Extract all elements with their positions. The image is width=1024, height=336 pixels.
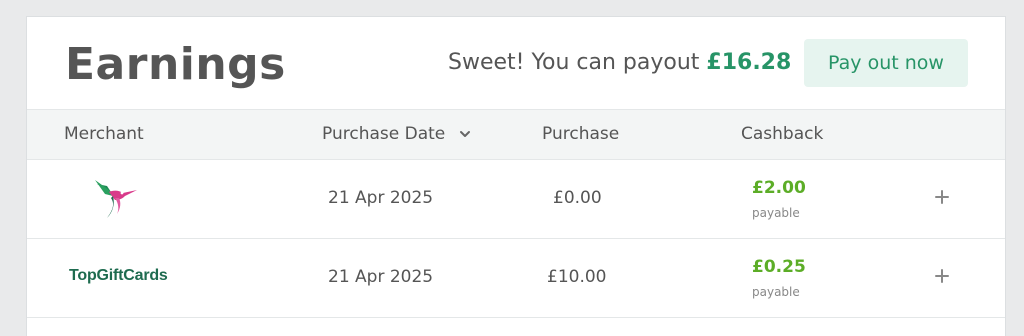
payout-message-text: Sweet! You can payout: [448, 50, 707, 75]
column-header-purchase-date[interactable]: Purchase Date: [322, 124, 445, 144]
cashback-status: payable: [752, 285, 800, 299]
payout-amount: £16.28: [706, 50, 792, 75]
column-header-merchant[interactable]: Merchant: [64, 124, 144, 144]
purchase-amount: £0.00: [553, 188, 602, 208]
payout-message: Sweet! You can payout £16.28: [448, 50, 791, 75]
chevron-down-icon[interactable]: [457, 126, 473, 142]
plus-icon[interactable]: [931, 186, 953, 208]
cashback-status: payable: [752, 206, 800, 220]
cashback-amount: £2.00: [752, 178, 806, 198]
table-header: Merchant Purchase Date Purchase Cashback: [27, 109, 1005, 160]
page-title: Earnings: [65, 39, 286, 90]
table-row[interactable]: TopGiftCards 21 Apr 2025 £10.00 £0.25 pa…: [27, 239, 1005, 318]
purchase-amount: £10.00: [547, 267, 607, 287]
earnings-header: Earnings Sweet! You can payout £16.28 Pa…: [27, 17, 1005, 109]
purchase-date: 21 Apr 2025: [328, 188, 434, 208]
purchase-date: 21 Apr 2025: [328, 267, 434, 287]
cashback-amount: £0.25: [752, 257, 806, 277]
plus-icon[interactable]: [931, 265, 953, 287]
pay-out-now-button[interactable]: Pay out now: [804, 39, 968, 87]
earnings-card: Earnings Sweet! You can payout £16.28 Pa…: [26, 16, 1006, 336]
column-header-purchase[interactable]: Purchase: [542, 124, 619, 144]
hummingbird-logo: [95, 180, 137, 218]
table-row[interactable]: 21 Apr 2025 £0.00 £2.00 payable: [27, 160, 1005, 239]
topgiftcards-logo: TopGiftCards: [69, 267, 168, 284]
column-header-cashback[interactable]: Cashback: [741, 124, 823, 144]
